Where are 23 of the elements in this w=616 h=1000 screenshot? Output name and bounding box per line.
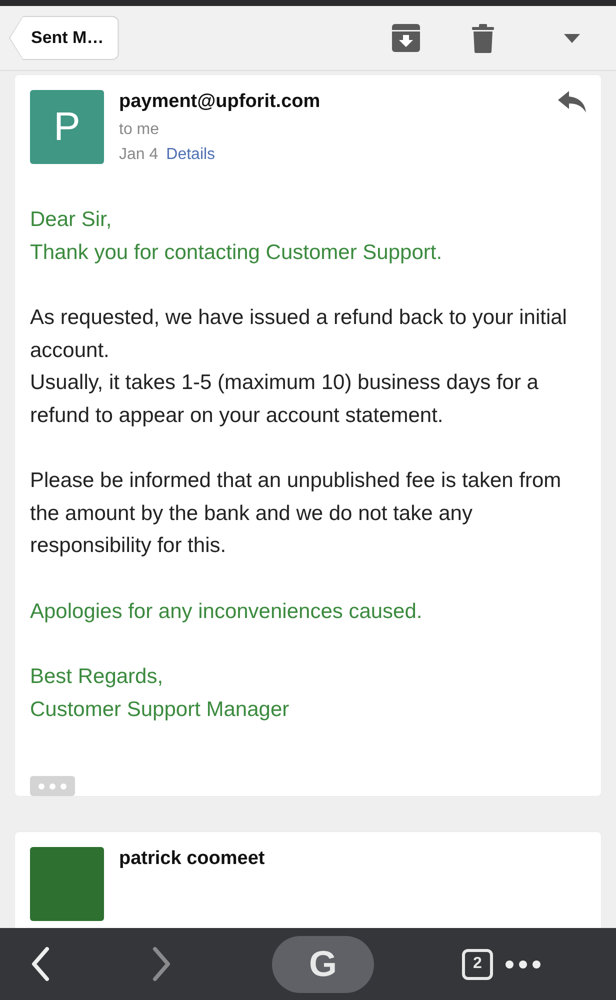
message-date: Jan 4 <box>119 146 158 164</box>
dropdown-caret-icon[interactable] <box>564 34 580 42</box>
message-text: Please be informed that an unpublished fee is taken from the amount by the bank and we do not take any responsibility for this. <box>30 468 562 559</box>
sender-name: payment@upforit.com <box>119 91 320 113</box>
recipient-label: to me <box>119 121 160 139</box>
more-icon[interactable] <box>505 960 541 968</box>
message-text: Customer Support Manager <box>30 696 290 722</box>
message-text: As requested, we have issued a refund back to your initial account. <box>30 305 568 364</box>
sender-name: patrick coomeet <box>119 848 265 870</box>
avatar: P <box>30 90 104 164</box>
message-text: Usually, it takes 1-5 (maximum 10) business days for a refund to appear on your account statement. <box>30 370 540 428</box>
search-button[interactable]: G <box>272 936 374 992</box>
message-text: Thank you for contacting Customer Support. <box>30 240 442 266</box>
details-link[interactable]: Details <box>166 146 216 164</box>
archive-icon[interactable] <box>392 24 420 52</box>
message-text: Dear Sir, <box>30 207 112 233</box>
back-button[interactable]: Sent M… <box>9 16 119 60</box>
reply-icon[interactable] <box>558 91 586 113</box>
trash-icon[interactable] <box>472 24 494 52</box>
tabs-button[interactable]: 2 <box>462 948 493 980</box>
message-text: Apologies for any inconveniences caused. <box>30 598 422 624</box>
ellipsis-icon <box>38 782 67 790</box>
message-text: Best Regards, <box>30 664 164 690</box>
